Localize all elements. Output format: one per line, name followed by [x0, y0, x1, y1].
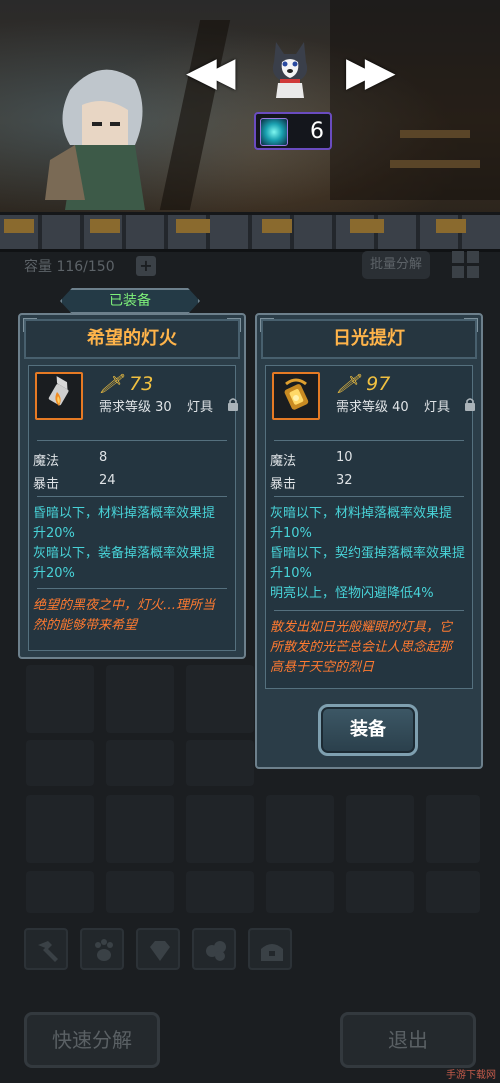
inventory-slot[interactable]: [106, 795, 174, 863]
pet-counter: 6: [254, 112, 332, 150]
item-icon-box: [35, 372, 83, 420]
stat-value-magic: 10: [336, 450, 353, 465]
item-icon-box: [272, 372, 320, 420]
leaf-cluster-icon: [206, 941, 226, 961]
inventory-slot[interactable]: [266, 795, 334, 863]
divider: [274, 610, 464, 611]
lock-icon[interactable]: [227, 397, 239, 411]
pet-count: 6: [310, 119, 324, 144]
sun-lantern-icon: [284, 378, 309, 410]
capacity-label: 容量 116/150: [24, 259, 115, 275]
item-type: 灯具: [187, 400, 214, 415]
required-level: 需求等级 30: [99, 400, 172, 415]
item-details: 🗡 97 需求等级 40 灯具 魔法 10 暴击 32 灰暗以下，材料掉落概率效…: [265, 365, 476, 689]
next-pet-button[interactable]: ▶▶: [346, 49, 395, 95]
item-lore: 散发出如日光般耀眼的灯具，它 所散发的光芒总会让人思念起那 高悬于天空的烈日: [270, 620, 453, 675]
sword-icon: 🗡: [99, 373, 124, 395]
divider: [274, 440, 464, 441]
selected-item-card: 日光提灯 🗡 97 需求等级 40 灯具 魔法 10 暴击 32 灰暗以下，材料…: [255, 313, 483, 769]
inventory-slot[interactable]: [426, 871, 480, 913]
sword-icon: 🗡: [336, 373, 361, 395]
damage-value: 🗡 97: [336, 373, 391, 395]
inventory-slot[interactable]: [26, 795, 94, 863]
quick-decompose-button[interactable]: 快速分解: [24, 1012, 160, 1068]
inventory-slot[interactable]: [26, 665, 94, 733]
paw-icon: [95, 939, 113, 961]
item-title: 日光提灯: [261, 319, 477, 359]
item-effects: 昏暗以下，材料掉落概率效果提 升20% 灰暗以下，装备掉落概率效果提 升20%: [33, 506, 216, 581]
filter-gem-button[interactable]: [136, 928, 180, 970]
batch-decompose-button[interactable]: 批量分解: [362, 251, 430, 279]
inventory-slot[interactable]: [106, 665, 174, 733]
watermark: 手游下载网: [446, 1070, 496, 1081]
floor-ledge: [0, 212, 500, 252]
stat-label-magic: 魔法: [33, 454, 60, 469]
item-lore: 绝望的黑夜之中，灯火…理所当 然的能够带来希望: [33, 598, 216, 633]
plus-icon: +: [139, 256, 153, 275]
inventory-slot[interactable]: [106, 740, 174, 786]
inventory-slot[interactable]: [186, 871, 254, 913]
damage-value: 🗡 73: [99, 373, 154, 395]
divider: [37, 588, 227, 589]
item-effects: 灰暗以下，材料掉落概率效果提 升10% 昏暗以下，契约蛋掉落概率效果提 升10%…: [270, 506, 466, 601]
equipped-item-card: 希望的灯火 🗡 73 需求等级 30 灯具 魔法 8 暴击 24 昏暗以下，材料…: [18, 313, 246, 659]
player-character: [45, 69, 145, 210]
divider: [274, 496, 464, 497]
equip-button[interactable]: 装备: [318, 704, 418, 756]
filter-chest-button[interactable]: [248, 928, 292, 970]
item-details: 🗡 73 需求等级 30 灯具 魔法 8 暴击 24 昏暗以下，材料掉落概率效果…: [28, 365, 239, 651]
previous-pet-button[interactable]: ◀◀: [186, 49, 235, 95]
inventory-slot[interactable]: [426, 795, 480, 863]
item-title: 希望的灯火: [24, 319, 240, 359]
filter-material-button[interactable]: [192, 928, 236, 970]
inventory-slot[interactable]: [186, 740, 254, 786]
filter-weapon-button[interactable]: [24, 928, 68, 970]
inventory-slot[interactable]: [346, 795, 414, 863]
diamond-icon: [150, 941, 170, 961]
inventory-slot[interactable]: [186, 665, 254, 733]
inventory-slot[interactable]: [186, 795, 254, 863]
spirit-gem-icon: [260, 118, 288, 146]
lock-icon[interactable]: [464, 397, 476, 411]
inventory-slot[interactable]: [26, 740, 94, 786]
chest-icon: [261, 944, 283, 961]
stat-value-crit: 32: [336, 473, 353, 488]
expand-capacity-button[interactable]: +: [136, 256, 156, 276]
inventory-slot[interactable]: [26, 871, 94, 913]
divider: [37, 496, 227, 497]
required-level: 需求等级 40: [336, 400, 409, 415]
inventory-slot[interactable]: [266, 871, 334, 913]
grid-view-button[interactable]: [452, 251, 480, 279]
stat-label-magic: 魔法: [270, 454, 297, 469]
stat-value-magic: 8: [99, 450, 108, 465]
fast-forward-icon: ▶▶: [346, 49, 395, 95]
inventory-slot[interactable]: [106, 871, 174, 913]
husky-pet-icon: [272, 42, 308, 98]
stat-value-crit: 24: [99, 473, 116, 488]
equipped-tag: 已装备: [60, 288, 200, 314]
inventory-slot[interactable]: [346, 871, 414, 913]
rewind-icon: ◀◀: [186, 49, 235, 95]
filter-pet-button[interactable]: [80, 928, 124, 970]
item-type: 灯具: [424, 400, 451, 415]
stat-label-crit: 暴击: [270, 477, 297, 492]
stat-label-crit: 暴击: [33, 477, 60, 492]
divider: [37, 440, 227, 441]
exit-button[interactable]: 退出: [340, 1012, 476, 1068]
hammer-icon: [38, 941, 58, 962]
lantern-icon: [48, 376, 69, 406]
